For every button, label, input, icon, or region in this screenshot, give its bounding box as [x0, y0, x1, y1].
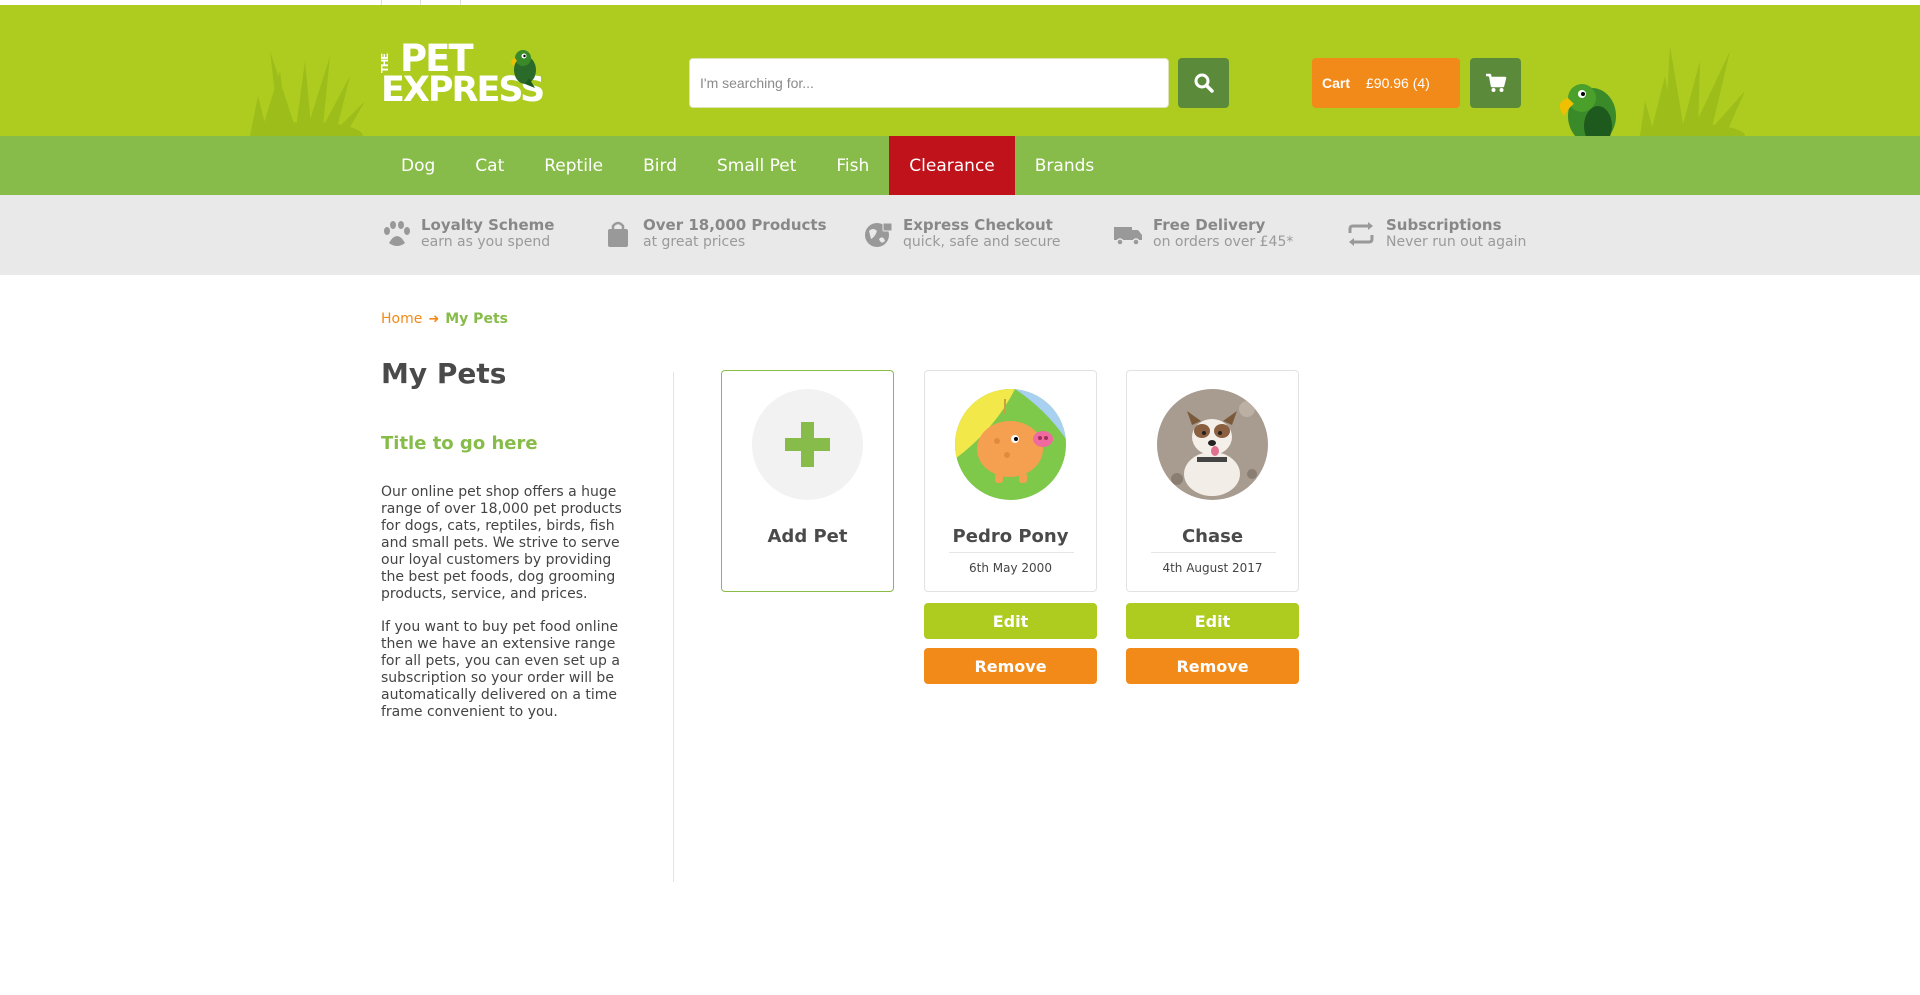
grass-decoration-right: [1640, 46, 1745, 136]
pet-avatar: [1157, 389, 1268, 500]
add-pet-card[interactable]: Add Pet: [721, 370, 894, 592]
pig-illustration-icon: [955, 389, 1066, 500]
cart-summary: £90.96 (4): [1366, 75, 1430, 91]
logo-the-text: THE: [380, 53, 391, 73]
breadcrumb: Home ➜ My Pets: [381, 311, 508, 327]
dog-photo-icon: [1157, 389, 1268, 500]
usp-title: Loyalty Scheme: [421, 216, 555, 234]
logo-parrot-icon: [511, 50, 536, 88]
pet-avatar: [955, 389, 1066, 500]
usp-subtitle: on orders over £45*: [1153, 234, 1294, 250]
usp-subtitle: quick, safe and secure: [903, 234, 1061, 250]
site-logo[interactable]: THE PET EXPRESS: [380, 40, 563, 108]
remove-pet-button[interactable]: Remove: [924, 648, 1097, 684]
site-header: THE PET EXPRESS Cart £90.96 (4): [0, 5, 1920, 136]
pet-card-rule: [949, 552, 1074, 553]
pet-birthdate: 4th August 2017: [1162, 561, 1263, 575]
search-icon: [1194, 73, 1214, 93]
pet-card-rule: [1151, 552, 1276, 553]
usp-title: Free Delivery: [1153, 216, 1266, 234]
nav-item-reptile[interactable]: Reptile: [524, 136, 623, 195]
pet-name: Pedro Pony: [952, 526, 1069, 547]
repeat-icon: [1348, 222, 1374, 246]
paw-icon: [384, 221, 410, 246]
remove-pet-button[interactable]: Remove: [1126, 648, 1299, 684]
breadcrumb-home-link[interactable]: Home: [381, 311, 422, 327]
arrow-right-icon: ➜: [428, 311, 440, 327]
pet-name: Chase: [1181, 526, 1244, 547]
nav-item-dog[interactable]: Dog: [381, 136, 455, 195]
usp-subtitle: Never run out again: [1386, 234, 1527, 250]
nav-item-brands[interactable]: Brands: [1015, 136, 1115, 195]
edit-pet-button[interactable]: Edit: [924, 603, 1097, 639]
usp-loyalty[interactable]: Loyalty Scheme earn as you spend: [381, 217, 554, 250]
usp-title: Over 18,000 Products: [643, 216, 827, 234]
nav-item-bird[interactable]: Bird: [623, 136, 697, 195]
intro-paragraph: Our online pet shop offers a huge range …: [381, 484, 622, 602]
pet-birthdate: 6th May 2000: [969, 561, 1052, 575]
search-button[interactable]: [1178, 58, 1229, 108]
nav-item-fish[interactable]: Fish: [816, 136, 889, 195]
page-title: My Pets: [381, 357, 507, 390]
breadcrumb-current: My Pets: [445, 311, 508, 327]
edit-pet-button[interactable]: Edit: [1126, 603, 1299, 639]
pet-card: Pedro Pony 6th May 2000: [924, 370, 1097, 592]
shopping-cart-icon: [1485, 73, 1506, 92]
plus-icon: [785, 422, 830, 467]
cart-button[interactable]: Cart £90.96 (4): [1312, 58, 1460, 108]
add-pet-label: Add Pet: [767, 526, 848, 547]
secure-globe-icon: [865, 222, 893, 247]
usp-bar: Loyalty Scheme earn as you spend Over 18…: [0, 195, 1920, 275]
truck-icon: [1114, 227, 1142, 246]
usp-delivery[interactable]: Free Delivery on orders over £45*: [1113, 217, 1293, 250]
usp-subscriptions[interactable]: Subscriptions Never run out again: [1346, 217, 1526, 250]
nav-item-cat[interactable]: Cat: [455, 136, 524, 195]
usp-subtitle: earn as you spend: [421, 234, 551, 250]
section-subtitle: Title to go here: [381, 433, 538, 454]
main-navigation: Dog Cat Reptile Bird Small Pet Fish Clea…: [0, 136, 1920, 195]
cart-icon-button[interactable]: [1470, 58, 1521, 108]
add-pet-circle: [752, 389, 863, 500]
usp-title: Subscriptions: [1386, 216, 1502, 234]
nav-menu: Dog Cat Reptile Bird Small Pet Fish Clea…: [381, 136, 1114, 195]
pet-card: Chase 4th August 2017: [1126, 370, 1299, 592]
search-input[interactable]: [689, 58, 1169, 108]
shopping-bag-icon: [608, 221, 628, 247]
grass-decoration-left: [250, 51, 365, 136]
usp-checkout[interactable]: Express Checkout quick, safe and secure: [863, 217, 1061, 250]
subscription-paragraph: If you want to buy pet food online then …: [381, 619, 620, 720]
usp-subtitle: at great prices: [643, 234, 746, 250]
cart-label: Cart: [1322, 75, 1351, 91]
usp-title: Express Checkout: [903, 216, 1053, 234]
usp-products[interactable]: Over 18,000 Products at great prices: [603, 217, 827, 250]
column-divider: [673, 372, 674, 882]
nav-item-clearance[interactable]: Clearance: [889, 136, 1015, 195]
nav-item-small-pet[interactable]: Small Pet: [697, 136, 816, 195]
